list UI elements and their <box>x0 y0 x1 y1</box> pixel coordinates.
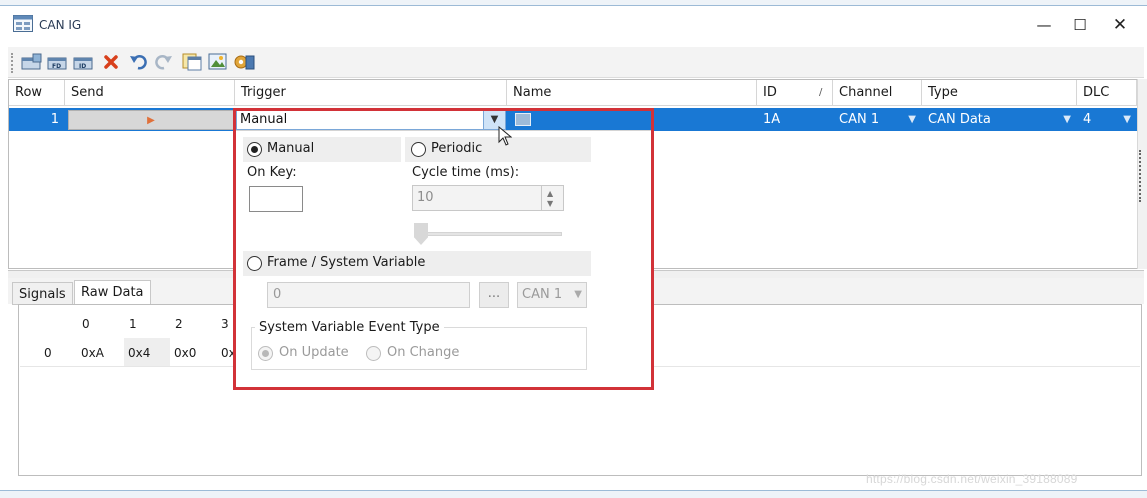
column-header-send[interactable]: Send <box>65 80 235 106</box>
splitter-grip-icon[interactable] <box>1139 150 1144 202</box>
toolbar <box>8 47 1144 78</box>
raw-row-index: 0 <box>44 346 52 360</box>
type-value: CAN Data <box>928 112 991 127</box>
column-header-dlc[interactable]: DLC <box>1077 80 1137 106</box>
redo-icon[interactable] <box>152 51 176 73</box>
add-fd-frame-icon[interactable]: FD <box>46 51 70 73</box>
svg-text:FD: FD <box>52 63 61 70</box>
dlc-cell[interactable]: 4 ▼ <box>1077 108 1137 131</box>
svg-text:ID: ID <box>79 63 86 70</box>
add-id-frame-icon[interactable]: ID <box>72 51 96 73</box>
maximize-button[interactable]: ☐ <box>1060 10 1100 40</box>
tab-raw-data[interactable]: Raw Data <box>74 280 151 305</box>
dlc-value: 4 <box>1083 112 1092 127</box>
window-title: CAN IG <box>39 18 82 32</box>
annotation-highlight <box>233 108 654 390</box>
channel-value: CAN 1 <box>839 112 880 127</box>
minimize-button[interactable]: — <box>1024 10 1064 40</box>
send-button[interactable]: ▶ <box>68 110 234 130</box>
undo-icon[interactable] <box>126 51 150 73</box>
id-cell[interactable]: 1A <box>757 108 833 131</box>
close-button[interactable]: ✕ <box>1100 10 1140 40</box>
send-arrow-icon: ▶ <box>147 114 155 126</box>
raw-header-byte-1: 1 <box>129 317 137 331</box>
dlc-chevron-icon: ▼ <box>1123 114 1131 125</box>
column-header-channel[interactable]: Channel <box>833 80 922 106</box>
raw-header-byte-3: 3 <box>221 317 229 331</box>
column-header-id-label: ID <box>763 85 777 100</box>
title-bar[interactable] <box>0 6 1147 46</box>
settings-icon[interactable] <box>232 51 256 73</box>
row-number-cell: 1 <box>50 112 59 127</box>
sort-indicator-icon: / <box>819 87 823 98</box>
type-cell[interactable]: CAN Data ▼ <box>922 108 1077 131</box>
window-frame-bottom <box>0 490 1147 498</box>
channel-chevron-icon: ▼ <box>908 114 916 125</box>
column-header-name[interactable]: Name <box>507 80 757 106</box>
toolbar-grip-icon[interactable] <box>11 53 14 73</box>
watermark: https://blog.csdn.net/weixin_39188089 <box>866 472 1078 486</box>
copy-icon[interactable] <box>180 51 204 73</box>
add-frame-icon[interactable] <box>20 51 44 73</box>
channel-cell[interactable]: CAN 1 ▼ <box>833 108 922 131</box>
column-header-type[interactable]: Type <box>922 80 1077 106</box>
raw-value-byte-1[interactable]: 0x4 <box>128 346 150 360</box>
column-header-row[interactable]: Row <box>9 80 65 106</box>
type-chevron-icon: ▼ <box>1063 114 1071 125</box>
raw-header-byte-2: 2 <box>175 317 183 331</box>
raw-value-byte-2[interactable]: 0x0 <box>174 346 196 360</box>
tab-signals[interactable]: Signals <box>12 282 73 305</box>
mouse-cursor-icon <box>498 126 512 146</box>
image-icon[interactable] <box>206 51 230 73</box>
delete-icon[interactable] <box>99 51 123 73</box>
app-icon <box>13 15 33 32</box>
column-header-id[interactable]: ID / <box>757 80 833 106</box>
raw-value-byte-0[interactable]: 0xA <box>81 346 104 360</box>
raw-header-byte-0: 0 <box>82 317 90 331</box>
column-header-trigger[interactable]: Trigger <box>235 80 507 106</box>
